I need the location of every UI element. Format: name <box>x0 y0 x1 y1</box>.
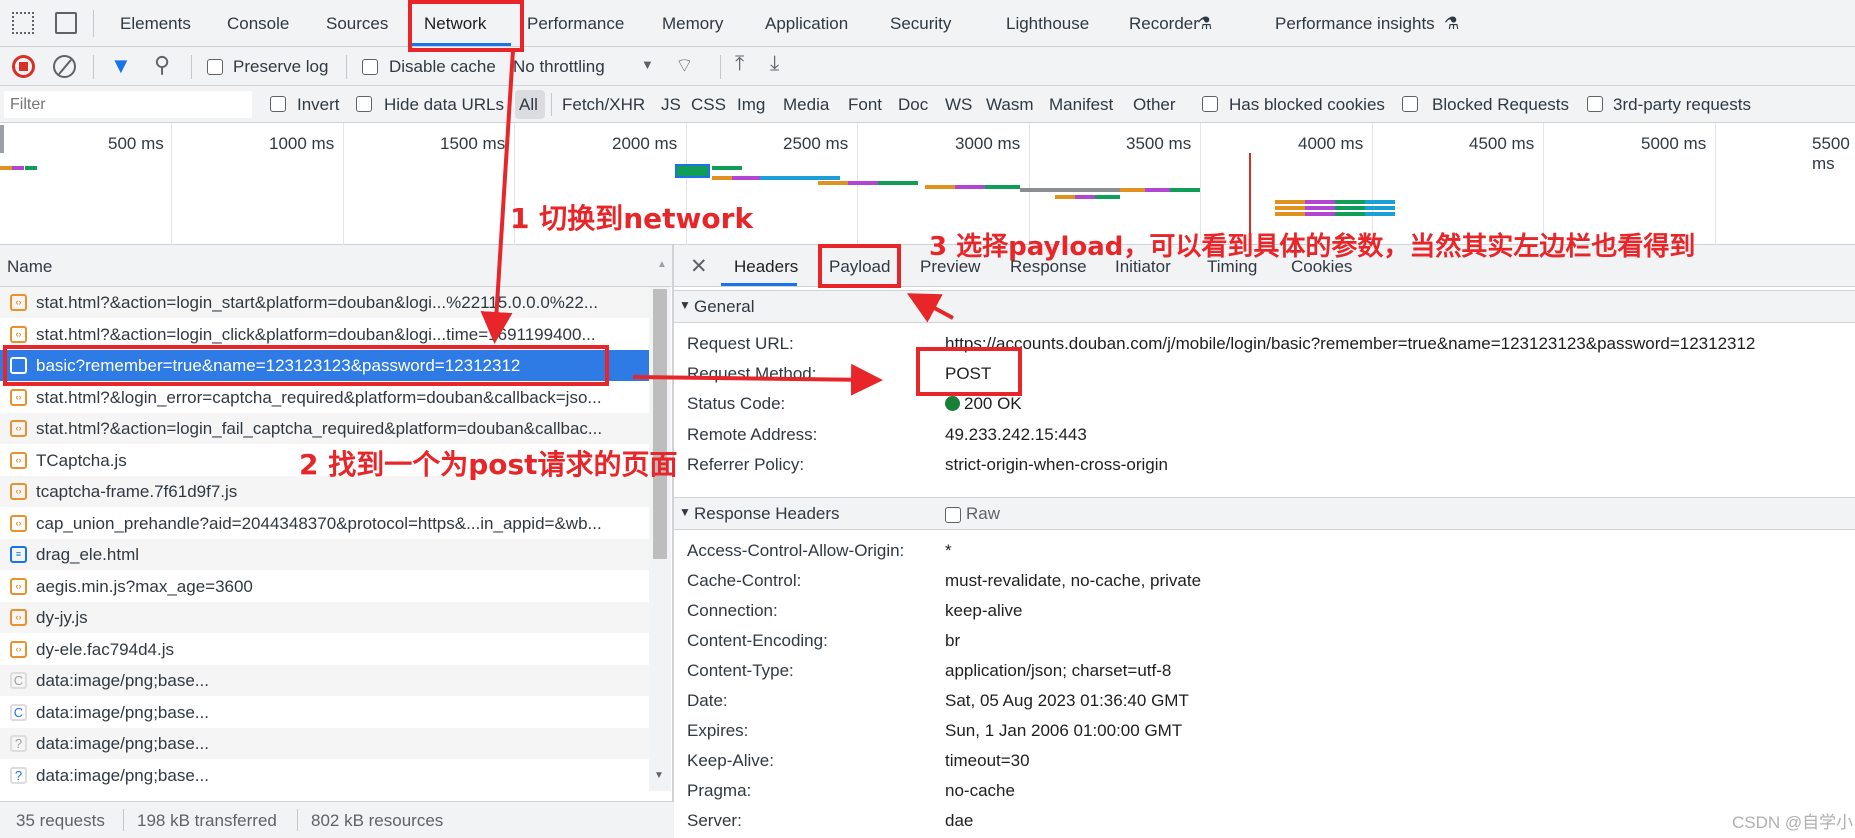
annotation-overlay <box>3 0 1022 396</box>
highlight-payload-tab <box>818 244 901 288</box>
annotation-step-3: 3 选择payload，可以看到具体的参数，当然其实左边栏也看得到 <box>929 232 1696 262</box>
highlight-selected-request <box>3 345 609 386</box>
highlight-network-tab <box>408 0 524 52</box>
arrow-2 <box>632 363 883 396</box>
annotation-step-1: 1 切换到network <box>510 202 754 235</box>
annotation-step-2: 2 找到一个为post请求的页面 <box>299 448 678 481</box>
arrow-3 <box>906 293 954 323</box>
highlight-post-method <box>916 347 1022 396</box>
watermark: CSDN @自学小白菜 <box>1732 813 1855 832</box>
arrow-1 <box>480 49 515 344</box>
